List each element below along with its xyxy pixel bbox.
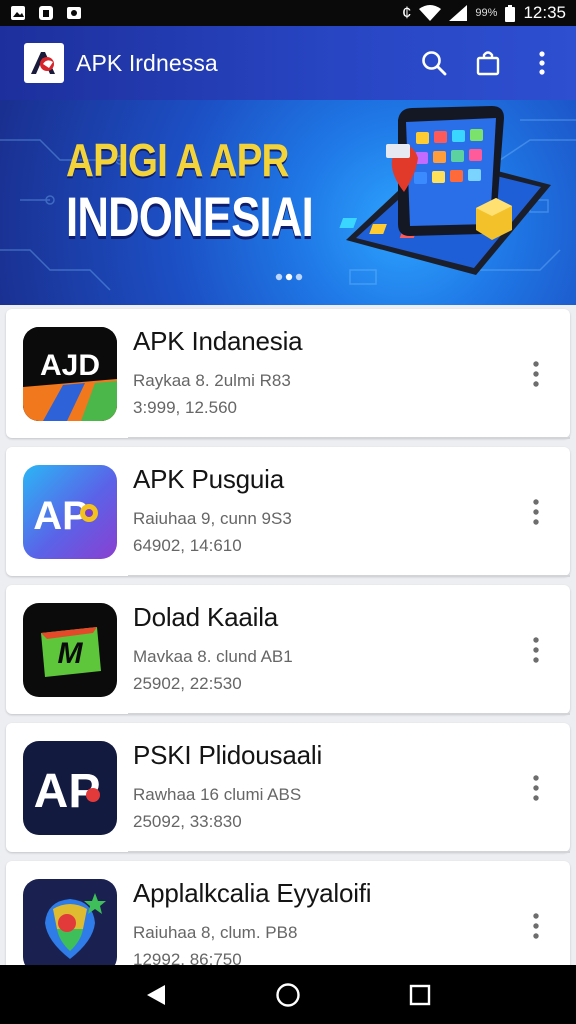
map-pin-icon — [45, 892, 106, 959]
back-triangle-icon — [147, 984, 165, 1005]
app-notification-icon — [39, 6, 53, 20]
list-item[interactable]: AP APK Pusguia Raiuhaa 9, cunn 9S3 64902… — [6, 447, 570, 577]
list-item[interactable]: Applalkcalia Eyyaloifi Raiuhaa 8, clum. … — [6, 861, 570, 965]
app-options-button[interactable] — [516, 630, 556, 670]
store-button[interactable] — [474, 49, 502, 77]
app-meta-line1: Rawhaa 16 clumi ABS — [133, 785, 302, 804]
clock: 12:35 — [523, 3, 566, 22]
list-item[interactable]: M Dolad Kaaila Mavkaa 8. clund AB1 25902… — [6, 585, 570, 715]
shopping-bag-icon — [476, 51, 500, 76]
app-meta-line2: 12992, 86:750 — [133, 950, 242, 965]
divider — [128, 437, 570, 439]
recents-button[interactable] — [400, 975, 440, 1015]
more-vert-icon — [533, 912, 539, 939]
image-notification-icon — [11, 6, 25, 20]
status-bar: ¢ 99% 12:35 — [0, 0, 576, 26]
app-name: APK Indanesia — [133, 326, 303, 356]
app-meta-line2: 3:999, 12.560 — [133, 398, 237, 417]
app-icon: M — [23, 602, 117, 697]
app-options-button[interactable] — [516, 768, 556, 808]
app-name: Applalkcalia Eyyaloifi — [133, 878, 372, 908]
more-vert-icon — [533, 636, 539, 663]
app-icon: AJD — [23, 326, 117, 421]
more-vert-icon — [533, 498, 539, 525]
app-bar: APK Irdnessa — [0, 26, 576, 100]
app-icon — [23, 878, 117, 965]
back-button[interactable] — [136, 975, 176, 1015]
app-icon: AP — [23, 740, 117, 835]
home-button[interactable] — [268, 975, 308, 1015]
battery-percent: 99% — [475, 7, 498, 19]
app-meta-line2: 25902, 22:530 — [133, 674, 242, 693]
promo-banner[interactable]: APIGI A APR INDONESIAI — [0, 100, 576, 305]
home-circle-icon — [276, 982, 300, 1007]
app-options-button[interactable] — [516, 492, 556, 532]
app-title: APK Irdnessa — [76, 49, 218, 76]
recents-square-icon — [409, 984, 431, 1005]
app-logo — [24, 43, 64, 83]
search-icon — [422, 51, 447, 76]
app-name: APK Pusguia — [133, 464, 285, 494]
carousel-indicator — [275, 273, 303, 281]
app-meta-line1: Raiuhaa 9, cunn 9S3 — [133, 509, 292, 528]
app-options-button[interactable] — [516, 354, 556, 394]
signal-icon — [449, 5, 468, 21]
app-meta-line1: Mavkaa 8. clund AB1 — [133, 647, 293, 666]
divider — [128, 575, 570, 577]
divider — [128, 713, 570, 715]
app-list: AJD APK Indanesia Raykaa 8. 2ulmi R83 3:… — [0, 305, 576, 965]
overflow-menu-button[interactable] — [528, 49, 556, 77]
divider — [128, 851, 570, 853]
photo-notification-icon — [67, 7, 81, 19]
app-name: PSKI Plidousaali — [133, 740, 323, 770]
app-icon-label: AP — [33, 494, 89, 538]
app-meta-line1: Raiuhaa 8, clum. PB8 — [133, 923, 298, 942]
navigation-bar — [0, 965, 576, 1024]
banner-headline: APIGI A APR — [66, 134, 289, 186]
more-vert-icon — [539, 51, 545, 75]
app-meta-line2: 25092, 33:830 — [133, 812, 242, 831]
app-meta-line1: Raykaa 8. 2ulmi R83 — [133, 371, 291, 390]
search-button[interactable] — [420, 49, 448, 77]
app-icon-label: M — [58, 637, 84, 670]
list-item[interactable]: AJD APK Indanesia Raykaa 8. 2ulmi R83 3:… — [6, 309, 570, 439]
more-vert-icon — [533, 360, 539, 387]
app-meta-line2: 64902, 14:610 — [133, 536, 242, 555]
app-icon-label: AJD — [40, 349, 100, 382]
more-vert-icon — [533, 774, 539, 801]
list-item[interactable]: AP PSKI Plidousaali Rawhaa 16 clumi ABS … — [6, 723, 570, 853]
app-name: Dolad Kaaila — [133, 602, 279, 632]
app-icon: AP — [23, 464, 117, 559]
tablet-illustration — [339, 106, 551, 275]
banner-subheadline: INDONESIAI — [66, 185, 314, 248]
carrier-glyph: ¢ — [401, 3, 412, 22]
battery-icon — [505, 4, 516, 22]
app-options-button[interactable] — [516, 906, 556, 946]
wifi-icon — [419, 5, 442, 21]
